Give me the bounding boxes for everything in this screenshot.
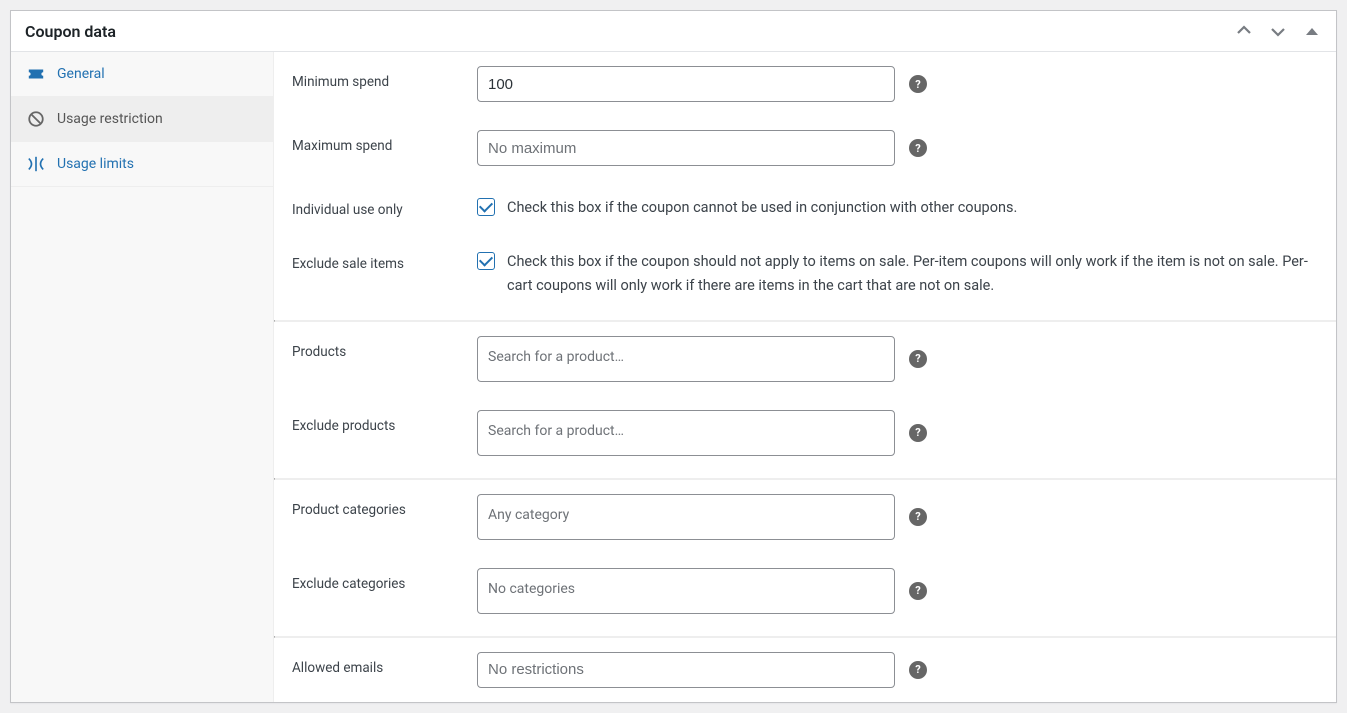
- exclude-sale-row: Exclude sale items Check this box if the…: [274, 234, 1336, 320]
- minimum-spend-input[interactable]: [477, 66, 895, 102]
- exclude-sale-label: Exclude sale items: [292, 248, 477, 272]
- help-icon[interactable]: ?: [909, 139, 927, 157]
- products-select[interactable]: Search for a product…: [477, 336, 895, 382]
- exclude-categories-select[interactable]: No categories: [477, 568, 895, 614]
- maximum-spend-input[interactable]: [477, 130, 895, 166]
- products-label: Products: [292, 336, 477, 360]
- sidebar-item-general[interactable]: General: [11, 52, 273, 97]
- allowed-emails-row: Allowed emails ?: [274, 638, 1336, 702]
- move-up-icon[interactable]: [1234, 21, 1254, 41]
- sidebar-item-label: Usage restriction: [57, 111, 163, 127]
- exclude-categories-label: Exclude categories: [292, 568, 477, 592]
- ticket-icon: [27, 65, 45, 83]
- allowed-emails-label: Allowed emails: [292, 652, 477, 676]
- content-area: Minimum spend ? Maximum spend ? Individu…: [274, 52, 1336, 702]
- exclude-products-row: Exclude products Search for a product… ?: [274, 396, 1336, 478]
- maximum-spend-row: Maximum spend ?: [274, 116, 1336, 180]
- exclude-products-label: Exclude products: [292, 410, 477, 434]
- individual-use-checkbox[interactable]: [477, 198, 495, 216]
- sidebar-item-usage-restriction[interactable]: Usage restriction: [11, 97, 273, 142]
- individual-use-row: Individual use only Check this box if th…: [274, 180, 1336, 234]
- sidebar-item-label: Usage limits: [57, 156, 134, 172]
- product-categories-select[interactable]: Any category: [477, 494, 895, 540]
- allowed-emails-input[interactable]: [477, 652, 895, 688]
- panel-body: General Usage restriction Usage limits M…: [11, 52, 1336, 702]
- product-categories-label: Product categories: [292, 494, 477, 518]
- panel-title: Coupon data: [25, 22, 116, 41]
- exclude-sale-description: Check this box if the coupon should not …: [507, 250, 1318, 298]
- individual-use-description: Check this box if the coupon cannot be u…: [507, 196, 1017, 220]
- toggle-panel-icon[interactable]: [1302, 21, 1322, 41]
- product-categories-row: Product categories Any category ?: [274, 480, 1336, 554]
- maximum-spend-label: Maximum spend: [292, 130, 477, 154]
- help-icon[interactable]: ?: [909, 75, 927, 93]
- exclude-products-select[interactable]: Search for a product…: [477, 410, 895, 456]
- panel-controls: [1234, 21, 1322, 41]
- sidebar-item-usage-limits[interactable]: Usage limits: [11, 142, 273, 187]
- panel-header: Coupon data: [11, 11, 1336, 52]
- help-icon[interactable]: ?: [909, 350, 927, 368]
- help-icon[interactable]: ?: [909, 508, 927, 526]
- converge-icon: [27, 155, 45, 173]
- help-icon[interactable]: ?: [909, 661, 927, 679]
- minimum-spend-label: Minimum spend: [292, 66, 477, 90]
- help-icon[interactable]: ?: [909, 424, 927, 442]
- sidebar-item-label: General: [57, 66, 105, 82]
- no-icon: [27, 110, 45, 128]
- products-row: Products Search for a product… ?: [274, 322, 1336, 396]
- individual-use-label: Individual use only: [292, 194, 477, 218]
- exclude-sale-checkbox[interactable]: [477, 252, 495, 270]
- move-down-icon[interactable]: [1268, 21, 1288, 41]
- sidebar: General Usage restriction Usage limits: [11, 52, 274, 702]
- exclude-categories-row: Exclude categories No categories ?: [274, 554, 1336, 636]
- minimum-spend-row: Minimum spend ?: [274, 52, 1336, 116]
- help-icon[interactable]: ?: [909, 582, 927, 600]
- coupon-data-panel: Coupon data General: [10, 10, 1337, 703]
